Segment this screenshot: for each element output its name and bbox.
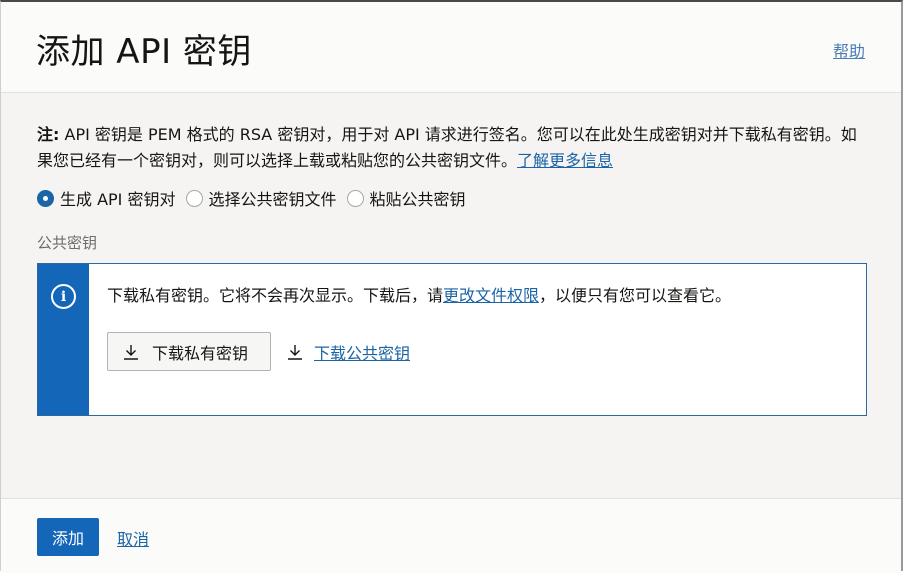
info-text-after: ，以便只有您可以查看它。	[539, 286, 732, 305]
info-text-before: 下载私有密钥。它将不会再次显示。下载后，请	[107, 286, 444, 305]
dialog-header: 添加 API 密钥 帮助	[1, 2, 901, 93]
download-public-key-button[interactable]: 下载公共密钥	[286, 340, 410, 364]
radio-button[interactable]	[346, 189, 364, 207]
radio-button[interactable]	[185, 189, 203, 207]
download-private-key-button[interactable]: 下载私有密钥	[107, 332, 271, 371]
download-icon	[124, 344, 138, 360]
radio-button-checked[interactable]	[37, 189, 54, 207]
note-text: API 密钥是 PEM 格式的 RSA 密钥对，用于对 API 请求进行签名。您…	[37, 125, 857, 170]
learn-more-link[interactable]: 了解更多信息	[517, 151, 613, 170]
radio-choose-public-key-file[interactable]: 选择公共密钥文件	[185, 186, 337, 210]
dialog-footer: 添加 取消	[1, 498, 901, 573]
note-paragraph: 注: API 密钥是 PEM 格式的 RSA 密钥对，用于对 API 请求进行签…	[37, 122, 871, 174]
info-icon: i	[51, 284, 76, 309]
cancel-link[interactable]: 取消	[117, 526, 149, 550]
dialog-body: 注: API 密钥是 PEM 格式的 RSA 密钥对，用于对 API 请求进行签…	[1, 94, 901, 498]
info-message-text: 下载私有密钥。它将不会再次显示。下载后，请更改文件权限，以便只有您可以查看它。	[107, 284, 731, 308]
radio-paste-public-key[interactable]: 粘贴公共密钥	[346, 186, 466, 210]
note-label: 注:	[37, 125, 60, 144]
public-key-section-label: 公共密钥	[37, 234, 98, 252]
dialog-title: 添加 API 密钥	[36, 32, 252, 72]
key-source-radio-group: 生成 API 密钥对 选择公共密钥文件 粘贴公共密钥	[37, 186, 476, 210]
radio-label: 选择公共密钥文件	[208, 190, 337, 209]
download-private-key-label: 下载私有密钥	[152, 343, 249, 363]
help-link[interactable]: 帮助	[833, 38, 865, 62]
download-icon	[288, 345, 302, 360]
change-file-permissions-link[interactable]: 更改文件权限	[443, 286, 539, 305]
add-button[interactable]: 添加	[37, 518, 99, 556]
info-message-box: i 下载私有密钥。它将不会再次显示。下载后，请更改文件权限，以便只有您可以查看它…	[37, 263, 867, 416]
radio-generate-key-pair[interactable]: 生成 API 密钥对	[37, 186, 176, 210]
download-public-key-link[interactable]: 下载公共密钥	[314, 340, 410, 364]
radio-label: 生成 API 密钥对	[60, 190, 176, 209]
radio-label: 粘贴公共密钥	[369, 190, 466, 209]
add-api-key-dialog: 添加 API 密钥 帮助 注: API 密钥是 PEM 格式的 RSA 密钥对，…	[0, 0, 903, 573]
info-stripe: i	[38, 264, 89, 415]
